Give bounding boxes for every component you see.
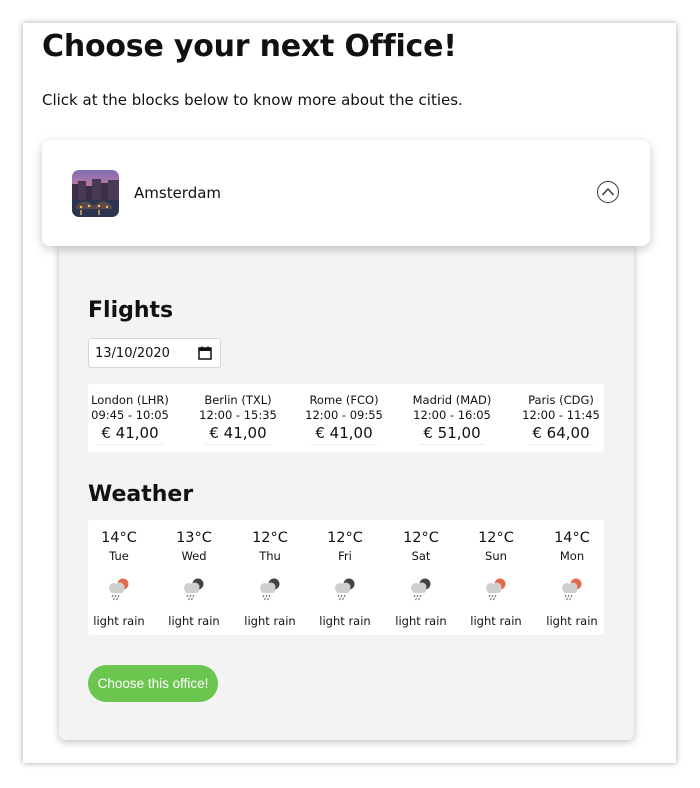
forecast-temp: 14°C	[554, 530, 590, 546]
day-rain-icon	[562, 578, 582, 601]
flight-price: € 51,00	[423, 424, 481, 442]
intro-text: Click at the blocks below to know more a…	[42, 91, 463, 109]
forecast-day: 13°C Wed light rain	[164, 528, 224, 629]
divider	[528, 444, 594, 445]
forecast-temp: 14°C	[101, 530, 137, 546]
night-rain-icon	[184, 578, 204, 601]
flight-price: € 41,00	[209, 424, 267, 442]
day-rain-icon	[109, 578, 129, 601]
flight-item: Berlin (TXL) 12:00 - 15:35 € 41,00	[186, 393, 290, 445]
forecast-temp: 13°C	[176, 530, 212, 546]
flight-destination: London (LHR)	[91, 393, 169, 407]
calendar-icon[interactable]	[198, 346, 212, 364]
choose-office-button[interactable]: Choose this office!	[88, 665, 218, 702]
forecast-desc: light rain	[319, 614, 371, 628]
forecast-desc: light rain	[546, 614, 598, 628]
flight-times: 12:00 - 16:05	[413, 408, 491, 422]
flight-item: Paris (CDG) 12:00 - 11:45 € 64,00	[509, 393, 613, 445]
flight-price: € 41,00	[101, 424, 159, 442]
forecast-day-name: Sun	[485, 549, 507, 563]
page-frame: Choose your next Office! Click at the bl…	[23, 23, 676, 763]
divider	[419, 444, 485, 445]
page-title: Choose your next Office!	[42, 29, 457, 64]
flight-item: London (LHR) 09:45 - 10:05 € 41,00	[78, 393, 182, 445]
flight-item: Rome (FCO) 12:00 - 09:55 € 41,00	[292, 393, 396, 445]
city-thumbnail	[72, 170, 119, 217]
divider	[205, 444, 271, 445]
forecast-temp: 12°C	[403, 530, 439, 546]
day-rain-icon	[486, 578, 506, 601]
flights-heading: Flights	[88, 298, 174, 323]
forecast-day-name: Tue	[109, 549, 129, 563]
forecast-desc: light rain	[470, 614, 522, 628]
forecast-temp: 12°C	[252, 530, 288, 546]
forecast-day: 14°C Mon light rain	[542, 528, 602, 629]
forecast-day-name: Fri	[338, 549, 352, 563]
flight-price: € 64,00	[532, 424, 590, 442]
city-details-panel: Flights 13/10/2020 London (LHR) 09:45 - …	[59, 243, 634, 740]
forecast-temp: 12°C	[478, 530, 514, 546]
city-name: Amsterdam	[134, 184, 222, 202]
night-rain-icon	[260, 578, 280, 601]
forecast-desc: light rain	[93, 614, 145, 628]
flight-times: 12:00 - 09:55	[305, 408, 383, 422]
weather-heading: Weather	[88, 482, 194, 507]
forecast-day: 12°C Sat light rain	[391, 528, 451, 629]
forecast-day: 12°C Thu light rain	[240, 528, 300, 629]
weather-forecast: 14°C Tue light rain 13°C Wed light rain	[88, 520, 604, 635]
forecast-day: 14°C Tue light rain	[89, 528, 149, 629]
forecast-day-name: Thu	[259, 549, 281, 563]
forecast-temp: 12°C	[327, 530, 363, 546]
flight-destination: Berlin (TXL)	[204, 393, 272, 407]
flight-destination: Paris (CDG)	[528, 393, 594, 407]
night-rain-icon	[335, 578, 355, 601]
divider	[311, 444, 377, 445]
flight-date-value: 13/10/2020	[95, 346, 170, 361]
flight-times: 09:45 - 10:05	[91, 408, 169, 422]
flight-destination: Rome (FCO)	[309, 393, 379, 407]
city-card-amsterdam[interactable]: Amsterdam	[42, 140, 650, 246]
flight-times: 12:00 - 15:35	[199, 408, 277, 422]
flight-destination: Madrid (MAD)	[412, 393, 492, 407]
forecast-day: 12°C Fri light rain	[315, 528, 375, 629]
forecast-day-name: Sat	[411, 549, 431, 563]
flight-price: € 41,00	[315, 424, 373, 442]
divider	[97, 444, 163, 445]
forecast-day-name: Mon	[559, 549, 585, 563]
forecast-desc: light rain	[395, 614, 447, 628]
chevron-up-icon[interactable]	[597, 181, 619, 203]
forecast-day-name: Wed	[181, 549, 207, 563]
flight-date-input[interactable]: 13/10/2020	[88, 338, 221, 368]
flights-list: London (LHR) 09:45 - 10:05 € 41,00 Berli…	[88, 384, 604, 452]
flight-item: Madrid (MAD) 12:00 - 16:05 € 51,00	[400, 393, 504, 445]
night-rain-icon	[411, 578, 431, 601]
flight-times: 12:00 - 11:45	[522, 408, 600, 422]
forecast-desc: light rain	[168, 614, 220, 628]
forecast-day: 12°C Sun light rain	[466, 528, 526, 629]
forecast-desc: light rain	[244, 614, 296, 628]
